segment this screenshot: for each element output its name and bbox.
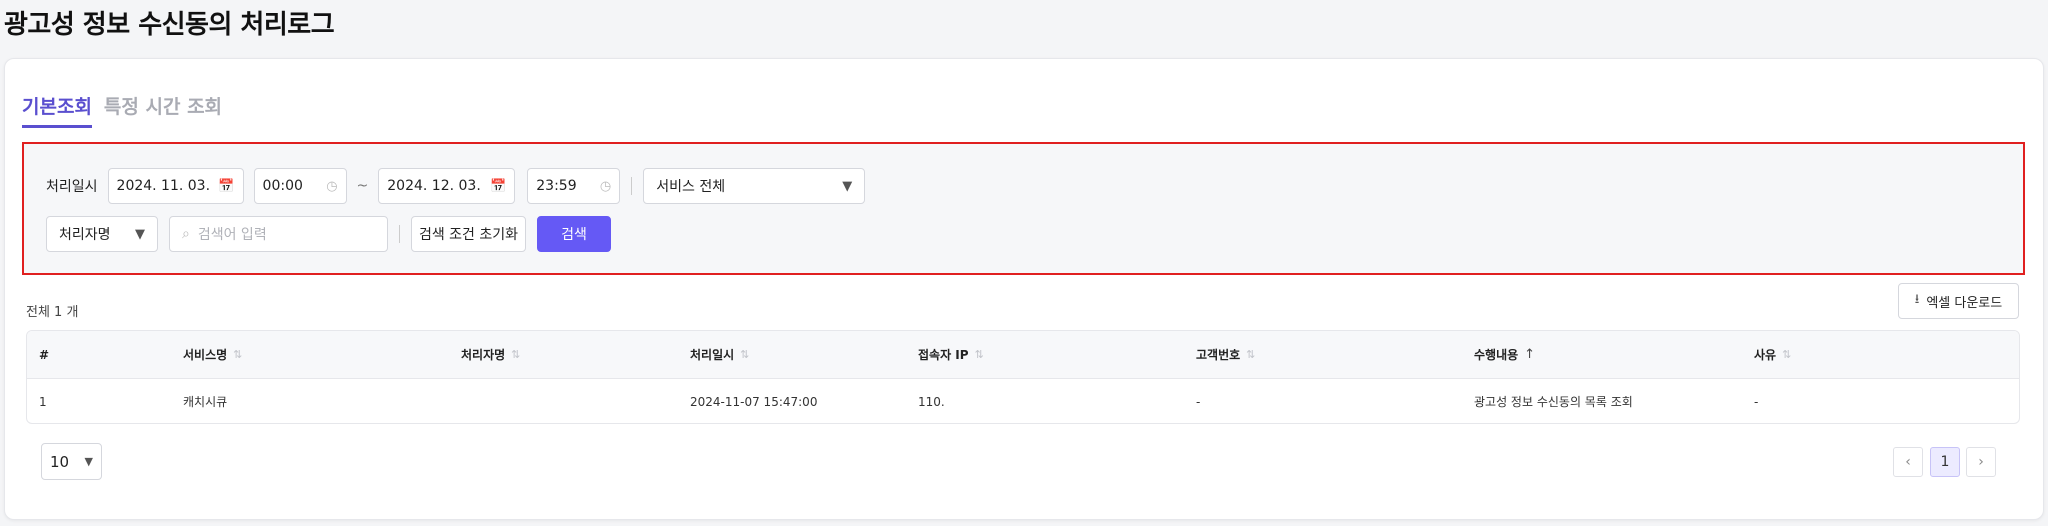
chevron-right-icon: › <box>1978 454 1984 470</box>
filter-row-search: 처리자명 ▼ ⌕ 검색어 입력 검색 조건 초기화 검색 <box>46 216 611 252</box>
sort-icon: ⇅ <box>233 348 243 361</box>
calendar-icon: 📅 <box>490 178 507 194</box>
end-date-value: 2024. 12. 03. <box>387 178 481 194</box>
start-date-value: 2024. 11. 03. <box>116 178 211 194</box>
excel-download-label: 엑셀 다운로드 <box>1926 295 2003 311</box>
search-field-select[interactable]: 처리자명 ▼ <box>46 216 158 252</box>
reset-filters-button[interactable]: 검색 조건 초기화 <box>411 216 526 252</box>
caret-down-icon: ▼ <box>84 455 93 468</box>
sort-icon: ⇅ <box>1782 348 1792 361</box>
next-page-button[interactable]: › <box>1966 447 1996 477</box>
clock-icon: ◷ <box>599 178 612 194</box>
divider <box>399 225 400 243</box>
cell-datetime: 2024-11-07 15:47:00 <box>690 394 818 409</box>
divider <box>631 177 633 195</box>
tab-bar: 기본조회 특정 시간 조회 <box>22 92 222 128</box>
column-header-handler[interactable]: 처리자명 ⇅ <box>461 331 520 378</box>
service-select[interactable]: 서비스 전체 ▼ <box>643 168 866 204</box>
sort-icon: ⇅ <box>1246 348 1256 361</box>
total-count: 전체 1 개 <box>26 305 79 320</box>
column-header-customer-number[interactable]: 고객번호 ⇅ <box>1196 331 1255 378</box>
content-card <box>4 58 2044 520</box>
sort-icon: ⇅ <box>511 348 521 361</box>
search-input[interactable]: ⌕ 검색어 입력 <box>169 216 388 252</box>
range-separator: ~ <box>356 178 369 194</box>
search-placeholder: 검색어 입력 <box>197 227 267 243</box>
search-button[interactable]: 검색 <box>537 216 611 252</box>
service-select-value: 서비스 전체 <box>656 179 726 195</box>
end-time-value: 23:59 <box>536 178 577 194</box>
download-icon: ⭳ <box>1914 292 1920 307</box>
column-header-number: # <box>39 347 50 362</box>
log-table: # 서비스명 ⇅ 처리자명 ⇅ 처리일시 ⇅ 접속자 IP ⇅ 고객번호 ⇅ 수행내용 ↑ … <box>26 330 2020 424</box>
cell-reason: - <box>1754 394 1759 409</box>
page-size-value: 10 <box>50 452 70 471</box>
cell-ip: 110. <box>918 394 945 409</box>
column-header-datetime[interactable]: 처리일시 ⇅ <box>690 331 749 378</box>
clock-icon: ◷ <box>326 178 338 194</box>
sort-icon: ⇅ <box>740 348 750 361</box>
caret-down-icon: ▼ <box>842 178 853 194</box>
start-date-input[interactable]: 2024. 11. 03. 📅 <box>107 168 244 204</box>
cell-customer-number: - <box>1196 394 1201 409</box>
table-row[interactable]: 1 캐치시큐 2024-11-07 15:47:00 110. - 광고성 정보… <box>27 379 2019 423</box>
date-label: 처리일시 <box>46 179 98 195</box>
page-size-select[interactable]: 10 ▼ <box>41 443 102 480</box>
start-time-input[interactable]: 00:00 ◷ <box>253 168 347 204</box>
tab-specific-time-search[interactable]: 특정 시간 조회 <box>104 92 222 128</box>
page-button-current[interactable]: 1 <box>1930 447 1960 477</box>
end-time-input[interactable]: 23:59 ◷ <box>527 168 621 204</box>
search-filter-panel: 처리일시 2024. 11. 03. 📅 00:00 ◷ ~ 2024. 12.… <box>22 142 2025 275</box>
column-header-reason[interactable]: 사유 ⇅ <box>1754 331 1791 378</box>
page-title: 광고성 정보 수신동의 처리로그 <box>4 10 335 40</box>
calendar-icon: 📅 <box>218 178 235 194</box>
column-header-action[interactable]: 수행내용 ↑ <box>1474 331 1535 378</box>
start-time-value: 00:00 <box>262 178 303 194</box>
cell-service: 캐치시큐 <box>183 395 228 409</box>
tab-basic-search[interactable]: 기본조회 <box>22 92 92 128</box>
sort-ascending-icon: ↑ <box>1524 347 1536 362</box>
end-date-input[interactable]: 2024. 12. 03. 📅 <box>378 168 516 204</box>
table-header: # 서비스명 ⇅ 처리자명 ⇅ 처리일시 ⇅ 접속자 IP ⇅ 고객번호 ⇅ 수행내용 ↑ … <box>27 331 2019 379</box>
chevron-left-icon: ‹ <box>1905 454 1911 470</box>
cell-number: 1 <box>39 394 47 409</box>
search-field-value: 처리자명 <box>59 227 111 243</box>
sort-icon: ⇅ <box>974 348 984 361</box>
column-header-ip[interactable]: 접속자 IP ⇅ <box>918 331 984 378</box>
column-header-service[interactable]: 서비스명 ⇅ <box>183 331 242 378</box>
search-icon: ⌕ <box>182 226 190 242</box>
prev-page-button[interactable]: ‹ <box>1893 447 1923 477</box>
filter-row-date: 처리일시 2024. 11. 03. 📅 00:00 ◷ ~ 2024. 12.… <box>46 168 866 204</box>
caret-down-icon: ▼ <box>135 226 145 242</box>
cell-action: 광고성 정보 수신동의 목록 조회 <box>1474 395 1633 409</box>
excel-download-button[interactable]: ⭳ 엑셀 다운로드 <box>1898 283 2019 319</box>
